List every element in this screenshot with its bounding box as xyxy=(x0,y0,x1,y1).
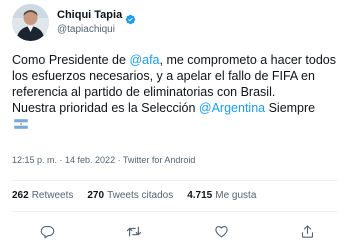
tweet-text-part: Nuestra prioridad es la Selección xyxy=(12,101,199,115)
display-name[interactable]: Chiqui Tapia xyxy=(57,9,122,22)
retweet-button[interactable] xyxy=(125,222,143,240)
argentina-flag-icon xyxy=(13,117,29,130)
likes-stat[interactable]: 4.715 Me gusta xyxy=(187,190,256,201)
mention-argentina-link[interactable]: @Argentina xyxy=(199,101,265,115)
divider xyxy=(12,180,338,181)
heart-icon xyxy=(214,225,228,237)
quote-tweets-stat[interactable]: 270 Tweets citados xyxy=(87,190,173,201)
like-button[interactable] xyxy=(212,222,230,240)
quote-tweets-count: 270 xyxy=(87,190,105,201)
tweet-text-part: Siempre xyxy=(265,101,316,115)
user-handle[interactable]: @tapiachiqui xyxy=(57,24,136,36)
share-icon xyxy=(301,224,313,238)
retweets-stat[interactable]: 262 Retweets xyxy=(12,190,73,201)
reply-icon xyxy=(40,225,54,238)
tweet-card: Chiqui Tapia @tapiachiqui Como President… xyxy=(0,0,350,250)
share-button[interactable] xyxy=(298,222,316,240)
author-names: Chiqui Tapia @tapiachiqui xyxy=(57,9,136,35)
retweets-count: 262 xyxy=(12,190,29,201)
retweets-label: Retweets xyxy=(31,190,74,201)
tweet-header: Chiqui Tapia @tapiachiqui xyxy=(12,4,136,41)
mention-afa-link[interactable]: @afa xyxy=(129,53,159,67)
likes-count: 4.715 xyxy=(187,190,213,201)
tweet-actions xyxy=(0,220,350,244)
likes-label: Me gusta xyxy=(215,190,257,201)
retweet-icon xyxy=(126,226,142,236)
avatar[interactable] xyxy=(12,4,49,41)
tweet-stats: 262 Retweets 270 Tweets citados 4.715 Me… xyxy=(12,190,270,201)
reply-button[interactable] xyxy=(38,222,56,240)
tweet-text-part: Como Presidente de xyxy=(12,53,130,67)
verified-badge-icon xyxy=(125,11,136,24)
display-name-row: Chiqui Tapia xyxy=(57,9,136,24)
quote-tweets-label: Tweets citados xyxy=(107,190,174,201)
tweet-text: Como Presidente de @afa, me comprometo a… xyxy=(12,52,344,132)
divider xyxy=(12,211,338,212)
avatar-photo-icon xyxy=(12,4,49,41)
tweet-timestamp-source[interactable]: 12:15 p. m. · 14 feb. 2022 · Twitter for… xyxy=(12,155,195,165)
